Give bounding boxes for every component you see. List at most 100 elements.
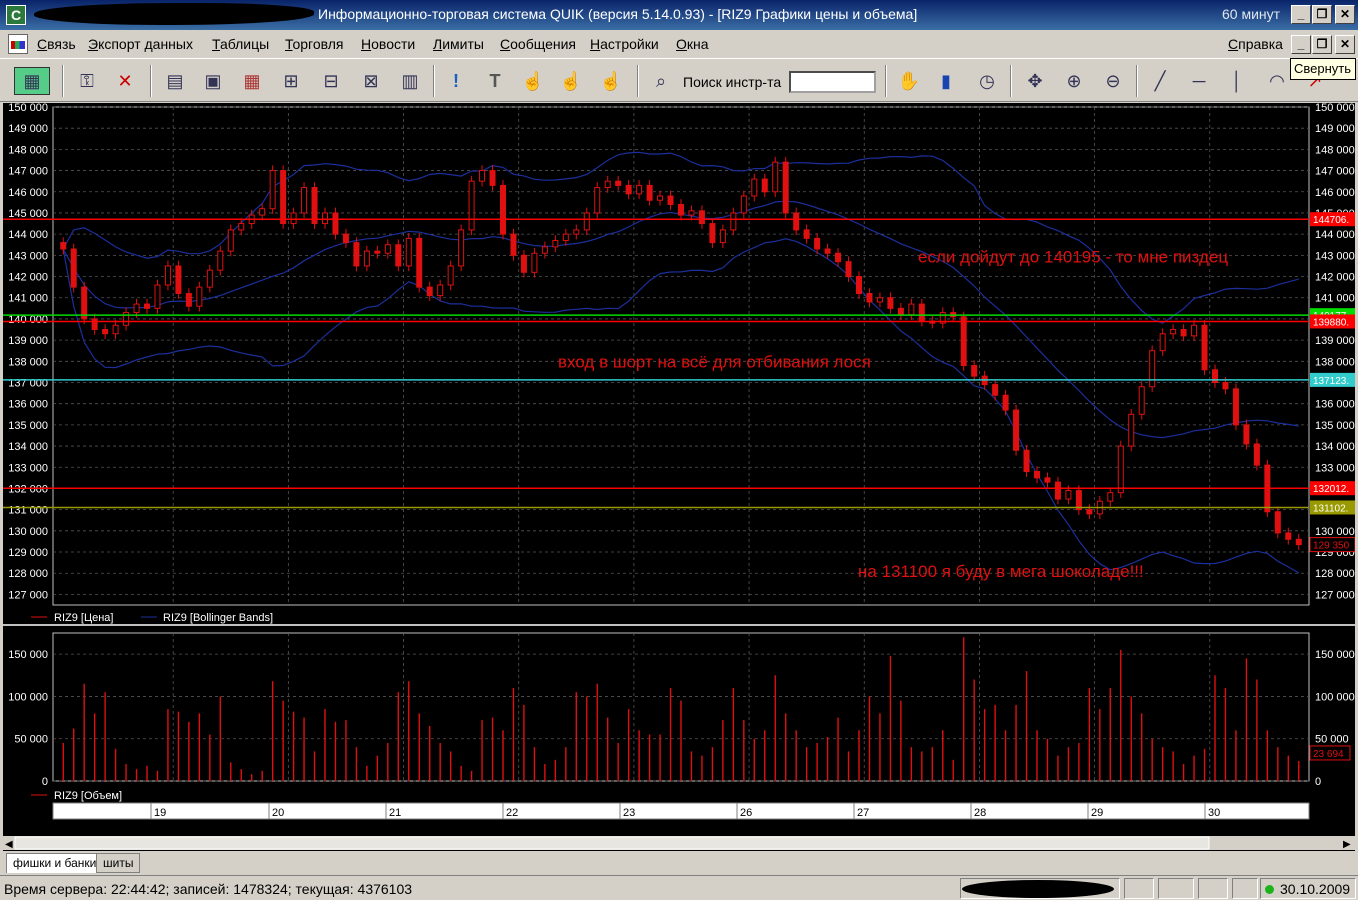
price-tick-label-right: 144 000 bbox=[1315, 229, 1355, 241]
candle-body bbox=[824, 248, 831, 254]
candle-body bbox=[1065, 490, 1072, 500]
candle-body bbox=[259, 208, 266, 216]
trend-line-icon[interactable]: ╱ bbox=[1145, 67, 1175, 95]
candle-body bbox=[1274, 511, 1281, 534]
menu-news[interactable]: Новости bbox=[361, 36, 415, 52]
price-level-label: 131102. bbox=[1313, 503, 1348, 514]
candle-body bbox=[363, 250, 370, 267]
arc-icon[interactable]: ◠ bbox=[1262, 67, 1292, 95]
menu-limits[interactable]: Лимиты bbox=[433, 36, 484, 52]
candle-body bbox=[960, 316, 967, 367]
trades-icon[interactable]: ⊞ bbox=[276, 67, 306, 95]
candle-body bbox=[918, 303, 925, 322]
price-level-label: 144706. bbox=[1313, 215, 1349, 226]
text-tool-icon[interactable]: T bbox=[480, 67, 510, 95]
toolbar-separator bbox=[150, 65, 152, 97]
quik-app-icon[interactable]: C bbox=[6, 5, 26, 25]
price-tick-label-right: 128 000 bbox=[1315, 568, 1355, 580]
menu-svyaz[interactable]: Связь bbox=[37, 36, 76, 52]
child-close-button[interactable]: ✕ bbox=[1335, 35, 1355, 54]
chart-window[interactable]: 150 000 150 000 149 000 149 000 148 000 148 0… bbox=[3, 103, 1355, 851]
candle-body bbox=[112, 324, 119, 335]
menu-trading[interactable]: Торговля bbox=[285, 36, 344, 52]
close-button[interactable]: ✕ bbox=[1335, 5, 1355, 24]
hand-multi-icon[interactable]: ☝ bbox=[596, 67, 626, 95]
remove-table-icon[interactable]: ⊠ bbox=[356, 67, 386, 95]
tab-shity[interactable]: шиты bbox=[96, 853, 141, 873]
price-tick-label-left: 144 000 bbox=[8, 229, 48, 241]
status-cell bbox=[1232, 878, 1258, 899]
price-volume-chart[interactable]: 150 000 150 000 149 000 149 000 148 000 148 0… bbox=[3, 103, 1355, 851]
quik-logo-icon[interactable]: ▦ bbox=[14, 67, 50, 95]
search-table-icon[interactable]: ⊟ bbox=[316, 67, 346, 95]
price-tick-label-left: 135 000 bbox=[8, 420, 48, 432]
menu-settings[interactable]: Настройки bbox=[590, 36, 659, 52]
zoom-in-icon[interactable]: ⊕ bbox=[1059, 67, 1089, 95]
menu-export[interactable]: Экспорт данных bbox=[88, 36, 193, 52]
alert-icon[interactable]: ! bbox=[441, 67, 471, 95]
zoom-out-icon[interactable]: ⊖ bbox=[1098, 67, 1128, 95]
redacted-area bbox=[34, 3, 314, 25]
restore-button[interactable]: ❐ bbox=[1312, 5, 1332, 24]
price-tick-label-left: 127 000 bbox=[8, 589, 48, 601]
candle-body bbox=[573, 229, 580, 235]
volume-tick-label-left: 100 000 bbox=[8, 691, 48, 703]
chart-table-icon[interactable]: ▤ bbox=[160, 67, 190, 95]
minimize-button[interactable]: _ bbox=[1291, 5, 1311, 24]
move-icon[interactable]: ✥ bbox=[1020, 67, 1050, 95]
search-label: Поиск инстр-та bbox=[683, 74, 782, 90]
candle-body bbox=[1128, 413, 1135, 447]
date-label: 27 bbox=[857, 807, 869, 819]
instrument-search-input[interactable] bbox=[789, 71, 876, 93]
candle-body bbox=[227, 229, 234, 252]
candle-body bbox=[698, 210, 705, 225]
chart-grid-icon[interactable]: ▣ bbox=[198, 67, 228, 95]
find-instrument-icon[interactable]: ⌕ bbox=[646, 67, 676, 95]
menu-windows[interactable]: Окна bbox=[676, 36, 709, 52]
legend-bollinger-label: RIZ9 [Bollinger Bands] bbox=[163, 612, 273, 624]
disconnect-icon[interactable]: ✕ bbox=[110, 67, 140, 95]
candle-body bbox=[102, 329, 109, 335]
vertical-line-icon[interactable]: │ bbox=[1222, 67, 1252, 95]
candle-body bbox=[1285, 532, 1292, 540]
stack-table-icon[interactable]: ▥ bbox=[395, 67, 425, 95]
price-tick-label-left: 142 000 bbox=[8, 272, 48, 284]
chart-annotation: если дойдут до 140195 - то мне пиздец bbox=[918, 247, 1228, 266]
menu-help[interactable]: Справка bbox=[1228, 36, 1283, 52]
title-bar: C Информационно-торговая система QUIK (в… bbox=[0, 0, 1358, 30]
candle-body bbox=[196, 286, 203, 307]
candle-body bbox=[1054, 481, 1061, 500]
tab-fishki[interactable]: фишки и банки bbox=[6, 853, 104, 873]
hand-order-icon[interactable]: ☝ bbox=[518, 67, 548, 95]
child-minimize-button[interactable]: _ bbox=[1291, 35, 1311, 54]
candle-body bbox=[1222, 381, 1229, 390]
price-tick-label-left: 141 000 bbox=[8, 293, 48, 305]
price-tick-label-right: 146 000 bbox=[1315, 187, 1355, 199]
child-restore-button[interactable]: ❐ bbox=[1312, 35, 1332, 54]
candle-body bbox=[1044, 477, 1051, 483]
chart-window-icon[interactable] bbox=[8, 34, 28, 54]
price-tick-label-left: 136 000 bbox=[8, 399, 48, 411]
menu-tables[interactable]: Таблицы bbox=[212, 36, 269, 52]
price-tick-label-left: 134 000 bbox=[8, 441, 48, 453]
candle-body bbox=[583, 212, 590, 231]
horizontal-line-icon[interactable]: ─ bbox=[1184, 67, 1214, 95]
candle-body bbox=[342, 233, 349, 244]
hand-cancel-icon[interactable]: ☝ bbox=[556, 67, 586, 95]
bar-chart-icon[interactable]: ▮ bbox=[931, 67, 961, 95]
candle-body bbox=[531, 252, 538, 273]
status-cell bbox=[1124, 878, 1154, 899]
hand-tool-icon[interactable]: ✋ bbox=[894, 67, 924, 95]
window-title: Информационно-торговая система QUIK (вер… bbox=[318, 6, 918, 22]
price-tick-label-left: 148 000 bbox=[8, 144, 48, 156]
clock-icon[interactable]: ◷ bbox=[972, 67, 1002, 95]
candle-body bbox=[238, 223, 245, 231]
menu-messages[interactable]: Сообщения bbox=[500, 36, 576, 52]
key-icon[interactable]: ⚿ bbox=[72, 67, 102, 95]
table-colors-icon[interactable]: ▦ bbox=[237, 67, 267, 95]
price-tick-label-right: 134 000 bbox=[1315, 441, 1355, 453]
candle-body bbox=[154, 284, 161, 309]
candle-body bbox=[814, 237, 821, 250]
candle-body bbox=[646, 184, 653, 201]
legend-price-label: RIZ9 [Цена] bbox=[54, 612, 113, 624]
